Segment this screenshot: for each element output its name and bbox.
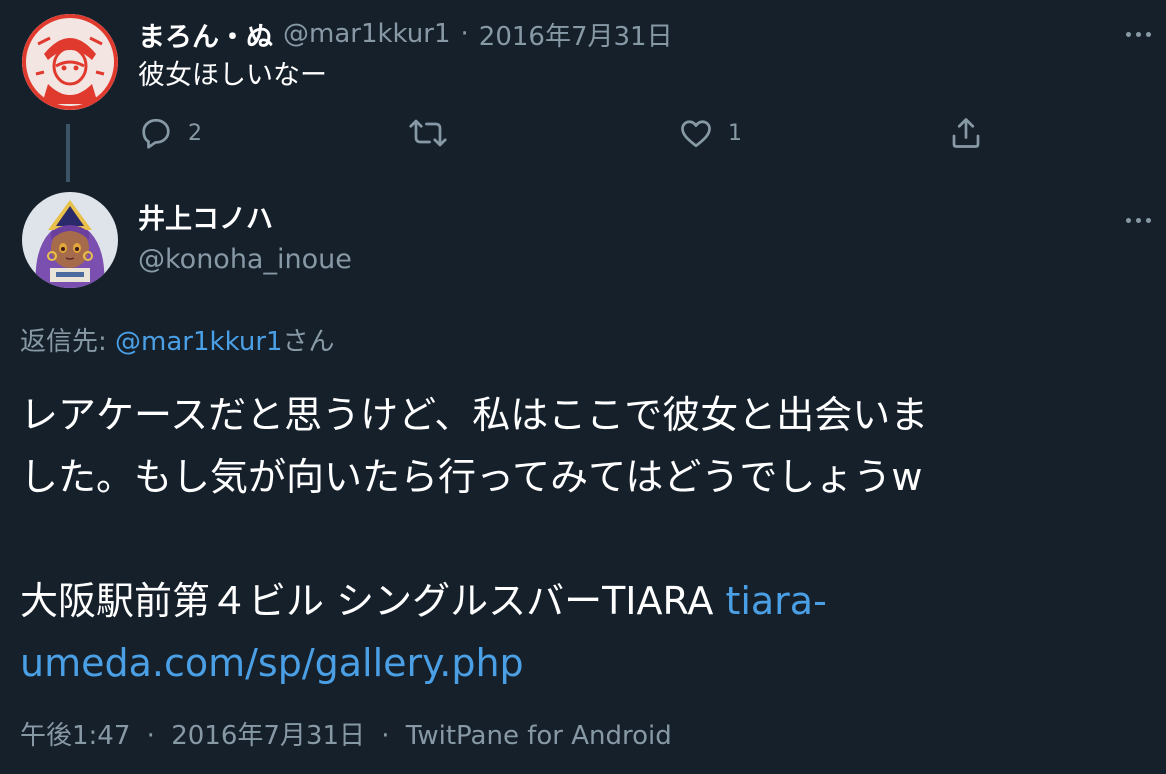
heart-icon: [681, 120, 711, 148]
thread-connector-line: [66, 124, 70, 182]
parent-tweet-text: 彼女ほしいなー: [138, 60, 327, 91]
reply-to-prefix: 返信先:: [20, 327, 116, 357]
gallery-link-continued[interactable]: umeda.com/sp/gallery.php: [20, 632, 1150, 694]
share-button[interactable]: [948, 112, 984, 154]
gallery-link[interactable]: tiara-: [725, 579, 826, 623]
tweet-avatar[interactable]: [22, 192, 118, 288]
reply-button[interactable]: 2: [138, 112, 202, 154]
reply-to-line: 返信先: @mar1kkur1さん: [20, 322, 335, 362]
meta-separator: ·: [146, 721, 155, 751]
venue-text: 大阪駅前第４ビル シングルスバーTIARA: [20, 579, 726, 623]
tweet-handle[interactable]: @konoha_inoue: [138, 240, 352, 280]
like-count: 1: [728, 120, 742, 146]
parent-more-icon[interactable]: [1118, 24, 1158, 44]
meta-separator: ·: [381, 721, 390, 751]
like-button[interactable]: 1: [678, 112, 742, 154]
tweet-source[interactable]: TwitPane for Android: [406, 721, 672, 751]
tweet-date[interactable]: 2016年7月31日: [171, 721, 365, 751]
parent-handle[interactable]: @mar1kkur1: [283, 19, 451, 49]
retweet-icon: [409, 119, 447, 147]
tweet-meta: 午後1:47 · 2016年7月31日 · TwitPane for Andro…: [20, 716, 672, 756]
tweet-display-name[interactable]: 井上コノハ: [138, 200, 273, 240]
tweet-time[interactable]: 午後1:47: [20, 721, 130, 751]
tweet-text-line-3: 大阪駅前第４ビル シングルスバーTIARA tiara-: [20, 570, 1150, 632]
tweet-text-line-2: した。もし気が向いたら行ってみてはどうでしょうw: [20, 455, 923, 499]
parent-tweet-header: まろん・ぬ @mar1kkur1 · 2016年7月31日: [138, 14, 673, 54]
tweet-text: レアケースだと思うけど、私はここで彼女と出会いま した。もし気が向いたら行ってみ…: [20, 384, 1150, 694]
parent-date[interactable]: 2016年7月31日: [479, 16, 673, 53]
header-separator: ·: [460, 19, 469, 49]
red-stamp-portrait-icon: [22, 14, 118, 110]
reply-to-mention[interactable]: @mar1kkur1: [115, 327, 283, 357]
tweet-more-icon[interactable]: [1118, 210, 1158, 230]
share-icon: [952, 118, 980, 148]
reply-to-suffix: さん: [282, 327, 335, 357]
anime-character-avatar-icon: [22, 192, 118, 288]
retweet-button[interactable]: [408, 112, 462, 154]
parent-display-name[interactable]: まろん・ぬ: [138, 15, 273, 54]
reply-count: 2: [188, 120, 202, 146]
parent-avatar[interactable]: [22, 14, 118, 110]
tweet-text-line-1: レアケースだと思うけど、私はここで彼女と出会いま: [20, 393, 929, 437]
reply-icon: [142, 118, 170, 149]
